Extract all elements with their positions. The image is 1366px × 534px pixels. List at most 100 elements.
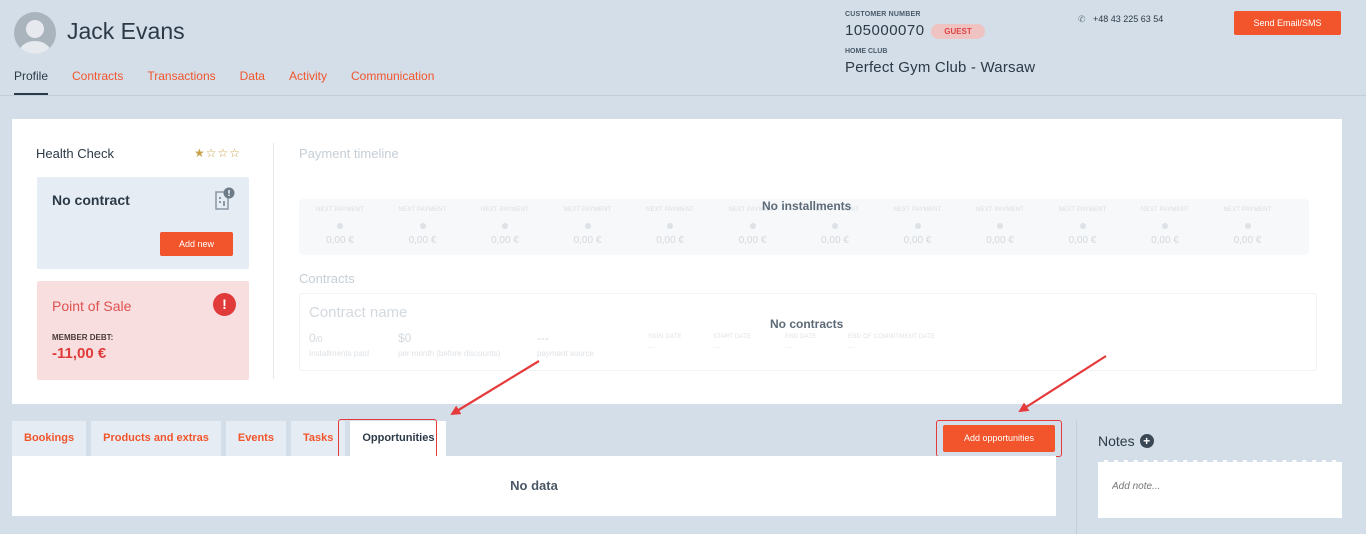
next-payment-label: NEXT PAYMENT [1058,207,1107,213]
timeline-dot-icon [667,223,673,229]
next-payment-value: 0,00 € [903,235,932,246]
profile-nav: Profile Contracts Transactions Data Acti… [14,69,458,95]
payment-timeline-column: NEXT PAYMENT 0,00 € [299,199,381,255]
next-payment-value: 0,00 € [1233,235,1262,246]
timeline-dot-icon [997,223,1003,229]
alert-icon: ! [213,293,236,316]
nav-tab-transactions[interactable]: Transactions [147,69,215,95]
start-date-label: START DATE [713,334,752,340]
rating-stars-icon: ★☆☆☆ [194,146,242,160]
home-club: Perfect Gym Club - Warsaw [845,59,1036,76]
contract-name-placeholder: Contract name [309,304,408,321]
commitment-date-value: --- [848,345,855,352]
nav-tab-contracts[interactable]: Contracts [72,69,123,95]
tab-bookings[interactable]: Bookings [12,421,87,456]
payment-timeline-title: Payment timeline [299,146,399,161]
end-date-label: END DATE [785,334,817,340]
timeline-dot-icon [337,223,343,229]
payment-source-value: --- [537,331,549,345]
no-contracts-message: No contracts [770,317,844,331]
next-payment-value: 0,00 € [738,235,767,246]
monthly-amount-label: per month (before discounts) [398,349,501,358]
next-payment-value: 0,00 € [408,235,437,246]
nav-tab-profile[interactable]: Profile [14,69,49,95]
nav-tab-data[interactable]: Data [240,69,265,95]
payment-timeline-column: NEXT PAYMENT 0,00 € [877,199,959,255]
next-payment-value: 0,00 € [573,235,602,246]
phone-text: +48 43 225 63 54 [1093,14,1164,24]
detail-tabs: Bookings Products and extras Events Task… [12,421,451,457]
payment-timeline-column: NEXT PAYMENT 0,00 € [1207,199,1289,255]
timeline-dot-icon [419,223,426,229]
tab-events[interactable]: Events [225,421,286,456]
installments-paid-value: 0/0 [309,331,323,345]
contracts-title: Contracts [299,271,355,286]
note-input[interactable] [1112,481,1312,492]
next-payment-value: 0,00 € [326,235,354,246]
contract-status-title: No contract [52,192,130,208]
point-of-sale-box: Point of Sale ! MEMBER DEBT: -11,00 € [37,281,249,380]
timeline-dot-icon [584,223,591,229]
monthly-amount-value: $0 [398,331,412,345]
next-payment-value: 0,00 € [1151,235,1179,246]
sign-date-value: --- [648,345,655,352]
contract-alert-icon [215,187,235,210]
customer-number: 105000070 [845,22,925,39]
next-payment-label: NEXT PAYMENT [893,207,942,213]
next-payment-value: 0,00 € [986,235,1014,246]
next-payment-value: 0,00 € [491,235,519,246]
overview-card: Health Check ★☆☆☆ No contract Add new Po… [12,119,1342,404]
no-installments-message: No installments [762,199,852,213]
member-debt-label: MEMBER DEBT: [52,333,114,342]
customer-header: Jack Evans Profile Contracts Transaction… [0,0,1366,96]
payment-timeline-column: NEXT PAYMENT 0,00 € [1124,199,1206,255]
customer-name: Jack Evans [67,18,185,44]
next-payment-label: NEXT PAYMENT [1223,207,1272,213]
next-payment-label: NEXT PAYMENT [645,207,695,213]
contract-status-box: No contract Add new [37,177,249,269]
send-email-sms-button[interactable]: Send Email/SMS [1234,11,1341,35]
end-date-value: --- [785,345,792,352]
home-club-label: HOME CLUB [845,48,888,55]
payment-source-label: payment source [537,349,594,358]
no-data-message: No data [510,478,558,493]
opportunities-panel: No data [12,456,1056,516]
avatar[interactable] [14,12,56,54]
payment-timeline-column: NEXT PAYMENT 0,00 € [547,199,629,255]
add-opportunities-button[interactable]: Add opportunities [943,425,1055,452]
payment-timeline-column: NEXT PAYMENT 0,00 € [464,199,546,255]
tab-tasks[interactable]: Tasks [290,421,346,456]
installments-paid-label: Installments paid [309,349,370,358]
tab-opportunities[interactable]: Opportunities [350,421,447,457]
note-box [1098,460,1342,518]
notes-divider [1076,421,1077,534]
next-payment-label: NEXT PAYMENT [975,207,1025,213]
next-payment-label: NEXT PAYMENT [315,207,365,213]
nav-tab-activity[interactable]: Activity [289,69,327,95]
member-debt-value: -11,00 € [52,345,107,362]
section-divider [273,143,274,379]
contract-placeholder-row: Contract name 0/0 Installments paid $0 p… [299,293,1317,371]
next-payment-label: NEXT PAYMENT [480,207,530,213]
timeline-dot-icon [1079,223,1086,229]
payment-timeline-column: NEXT PAYMENT 0,00 € [959,199,1041,255]
sign-date-label: SIGN DATE [648,334,682,340]
add-new-contract-button[interactable]: Add new [160,232,233,256]
next-payment-label: NEXT PAYMENT [1140,207,1190,213]
health-check-title: Health Check [36,146,115,161]
add-note-plus-icon[interactable]: + [1139,434,1154,448]
next-payment-label: NEXT PAYMENT [563,207,612,213]
phone-icon: ✆ [1078,13,1086,24]
timeline-dot-icon [832,223,838,229]
payment-timeline-column: NEXT PAYMENT 0,00 € [629,199,711,255]
customer-number-label: CUSTOMER NUMBER [845,11,921,18]
next-payment-label: NEXT PAYMENT [398,207,447,213]
nav-tab-communication[interactable]: Communication [351,69,434,95]
phone-number[interactable]: ✆ +48 43 225 63 54 [1078,14,1163,24]
tab-products-and-extras[interactable]: Products and extras [91,421,221,456]
timeline-dot-icon [1244,223,1251,229]
timeline-dot-icon [749,223,756,229]
timeline-dot-icon [914,223,921,229]
start-date-value: --- [713,345,720,352]
next-payment-value: 0,00 € [1068,235,1097,246]
